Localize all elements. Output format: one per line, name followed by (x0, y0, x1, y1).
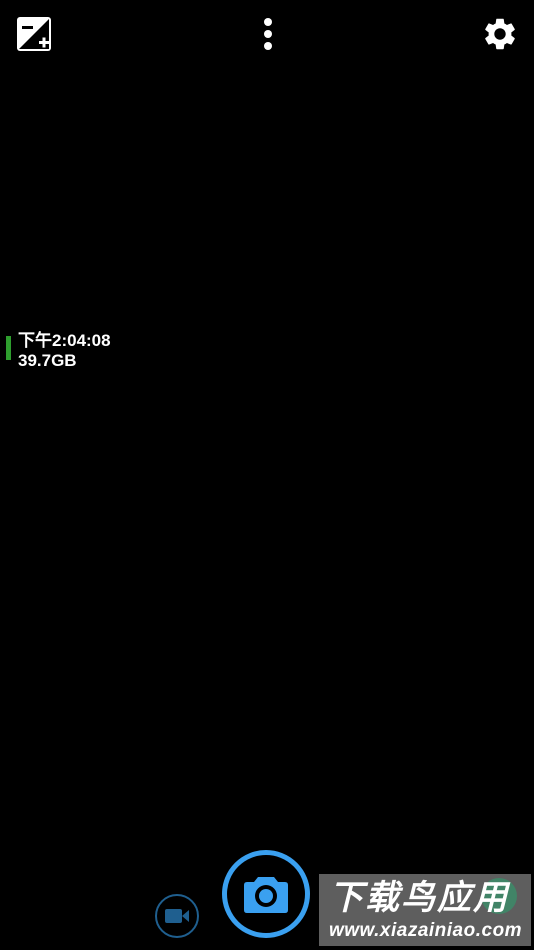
camera-screen: 下午2:04:08 39.7GB 下载鸟应用 www.xiazainiao.co… (0, 0, 534, 950)
video-camera-icon (165, 909, 189, 923)
camera-icon (244, 877, 288, 913)
watermark-url: www.xiazainiao.com (329, 920, 523, 941)
battery-indicator (6, 336, 11, 360)
watermark-title: 下载鸟应用 (329, 878, 509, 918)
status-info: 下午2:04:08 39.7GB (6, 331, 111, 371)
info-text: 下午2:04:08 39.7GB (18, 331, 111, 371)
storage-label: 39.7GB (18, 351, 77, 370)
settings-button[interactable] (478, 12, 522, 56)
exposure-button[interactable] (12, 12, 56, 56)
more-options-button[interactable] (246, 12, 290, 56)
exposure-plus-icon (17, 17, 51, 51)
more-vertical-icon (264, 18, 272, 50)
video-mode-button[interactable] (155, 894, 199, 938)
time-label: 下午2:04:08 (18, 331, 111, 350)
gear-icon (485, 18, 515, 50)
shutter-button[interactable] (222, 850, 310, 938)
watermark: 下载鸟应用 www.xiazainiao.com (319, 874, 531, 946)
